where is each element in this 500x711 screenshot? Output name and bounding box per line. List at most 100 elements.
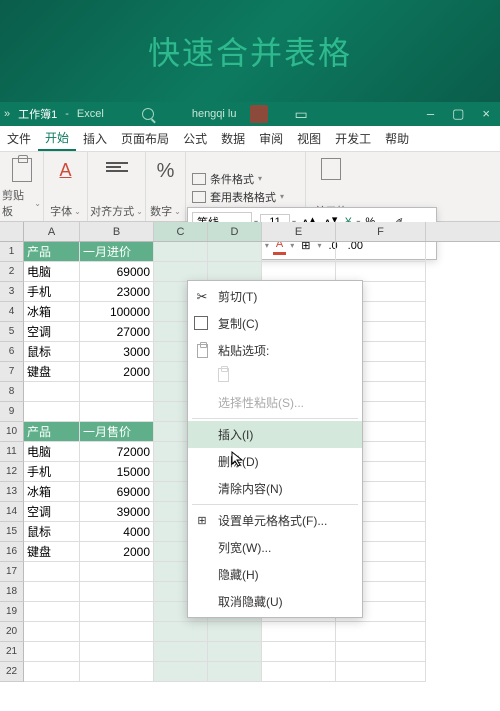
tab-data[interactable]: 数据 xyxy=(214,126,252,151)
percent-icon[interactable]: % xyxy=(157,160,175,183)
menu-delete[interactable]: 删除(D) xyxy=(188,448,362,475)
cell[interactable] xyxy=(154,642,208,662)
cell[interactable] xyxy=(208,262,262,282)
tab-formula[interactable]: 公式 xyxy=(176,126,214,151)
cell[interactable] xyxy=(80,402,154,422)
cell[interactable]: 69000 xyxy=(80,482,154,502)
row-header[interactable]: 19 xyxy=(0,602,24,622)
row-header[interactable]: 20 xyxy=(0,622,24,642)
cell[interactable] xyxy=(154,622,208,642)
cell[interactable] xyxy=(208,662,262,682)
row-header[interactable]: 2 xyxy=(0,262,24,282)
cell[interactable] xyxy=(80,602,154,622)
menu-paste-options[interactable]: 粘贴选项: xyxy=(188,337,362,364)
cell[interactable]: 39000 xyxy=(80,502,154,522)
cell[interactable]: 手机 xyxy=(24,282,80,302)
menu-unhide[interactable]: 取消隐藏(U) xyxy=(188,588,362,615)
cell[interactable] xyxy=(154,262,208,282)
cell[interactable] xyxy=(24,402,80,422)
row-header[interactable]: 16 xyxy=(0,542,24,562)
col-header-D[interactable]: D xyxy=(208,222,262,241)
cell[interactable]: 鼠标 xyxy=(24,342,80,362)
cell[interactable] xyxy=(336,642,426,662)
row-header[interactable]: 13 xyxy=(0,482,24,502)
col-header-A[interactable]: A xyxy=(24,222,80,241)
tab-dev[interactable]: 开发工 xyxy=(328,126,378,151)
cells-icon[interactable] xyxy=(321,158,341,180)
cell[interactable]: 2000 xyxy=(80,362,154,382)
cond-format-button[interactable]: 条件格式▾ xyxy=(192,170,262,188)
cell[interactable]: 电脑 xyxy=(24,262,80,282)
tab-help[interactable]: 帮助 xyxy=(378,126,416,151)
cell[interactable] xyxy=(80,582,154,602)
menu-hide[interactable]: 隐藏(H) xyxy=(188,561,362,588)
row-header[interactable]: 5 xyxy=(0,322,24,342)
menu-col-width[interactable]: 列宽(W)... xyxy=(188,534,362,561)
cell[interactable]: 69000 xyxy=(80,262,154,282)
cell[interactable] xyxy=(154,662,208,682)
cell[interactable] xyxy=(24,602,80,622)
cell[interactable]: 一月进价 xyxy=(80,242,154,262)
cell[interactable] xyxy=(24,582,80,602)
cell[interactable]: 100000 xyxy=(80,302,154,322)
cell[interactable] xyxy=(336,662,426,682)
cell[interactable] xyxy=(208,242,262,262)
cell[interactable]: 15000 xyxy=(80,462,154,482)
row-header[interactable]: 14 xyxy=(0,502,24,522)
cell[interactable] xyxy=(208,642,262,662)
row-header[interactable]: 1 xyxy=(0,242,24,262)
cell[interactable]: 4000 xyxy=(80,522,154,542)
cell[interactable]: 电脑 xyxy=(24,442,80,462)
cell[interactable] xyxy=(208,622,262,642)
select-all-corner[interactable] xyxy=(0,222,24,241)
cell[interactable]: 键盘 xyxy=(24,362,80,382)
menu-format-cells[interactable]: ⊞设置单元格格式(F)... xyxy=(188,507,362,534)
row-header[interactable]: 17 xyxy=(0,562,24,582)
row-header[interactable]: 11 xyxy=(0,442,24,462)
cell[interactable] xyxy=(80,662,154,682)
cell[interactable]: 产品 xyxy=(24,422,80,442)
cell[interactable] xyxy=(262,622,336,642)
row-header[interactable]: 12 xyxy=(0,462,24,482)
row-header[interactable]: 22 xyxy=(0,662,24,682)
tab-insert[interactable]: 插入 xyxy=(76,126,114,151)
row-header[interactable]: 15 xyxy=(0,522,24,542)
cell[interactable]: 产品 xyxy=(24,242,80,262)
search-icon[interactable] xyxy=(142,108,154,120)
menu-insert[interactable]: 插入(I) xyxy=(188,421,362,448)
cell[interactable] xyxy=(80,562,154,582)
cell[interactable]: 一月售价 xyxy=(80,422,154,442)
col-header-E[interactable]: E xyxy=(262,222,336,241)
cell[interactable]: 72000 xyxy=(80,442,154,462)
cell[interactable] xyxy=(24,642,80,662)
row-header[interactable]: 3 xyxy=(0,282,24,302)
row-header[interactable]: 4 xyxy=(0,302,24,322)
tab-home[interactable]: 开始 xyxy=(38,126,76,151)
table-format-button[interactable]: 套用表格格式▾ xyxy=(192,188,284,206)
cell[interactable] xyxy=(336,262,426,282)
cell[interactable] xyxy=(80,622,154,642)
font-icon[interactable]: A xyxy=(59,160,71,181)
cell[interactable]: 23000 xyxy=(80,282,154,302)
tab-file[interactable]: 文件 xyxy=(0,126,38,151)
row-header[interactable]: 9 xyxy=(0,402,24,422)
tab-layout[interactable]: 页面布局 xyxy=(114,126,176,151)
col-header-B[interactable]: B xyxy=(80,222,154,241)
user-name[interactable]: hengqi lu xyxy=(192,108,237,120)
cell[interactable] xyxy=(24,562,80,582)
row-header[interactable]: 8 xyxy=(0,382,24,402)
cell[interactable] xyxy=(262,642,336,662)
cell[interactable]: 2000 xyxy=(80,542,154,562)
tab-review[interactable]: 审阅 xyxy=(252,126,290,151)
close-button[interactable]: × xyxy=(482,106,490,122)
row-header[interactable]: 21 xyxy=(0,642,24,662)
cell[interactable] xyxy=(24,622,80,642)
row-header[interactable]: 7 xyxy=(0,362,24,382)
cell[interactable]: 空调 xyxy=(24,502,80,522)
cell[interactable] xyxy=(80,382,154,402)
align-icon[interactable] xyxy=(106,162,128,180)
col-header-C[interactable]: C xyxy=(154,222,208,241)
cell[interactable]: 空调 xyxy=(24,322,80,342)
cell[interactable] xyxy=(154,242,208,262)
row-header[interactable]: 6 xyxy=(0,342,24,362)
